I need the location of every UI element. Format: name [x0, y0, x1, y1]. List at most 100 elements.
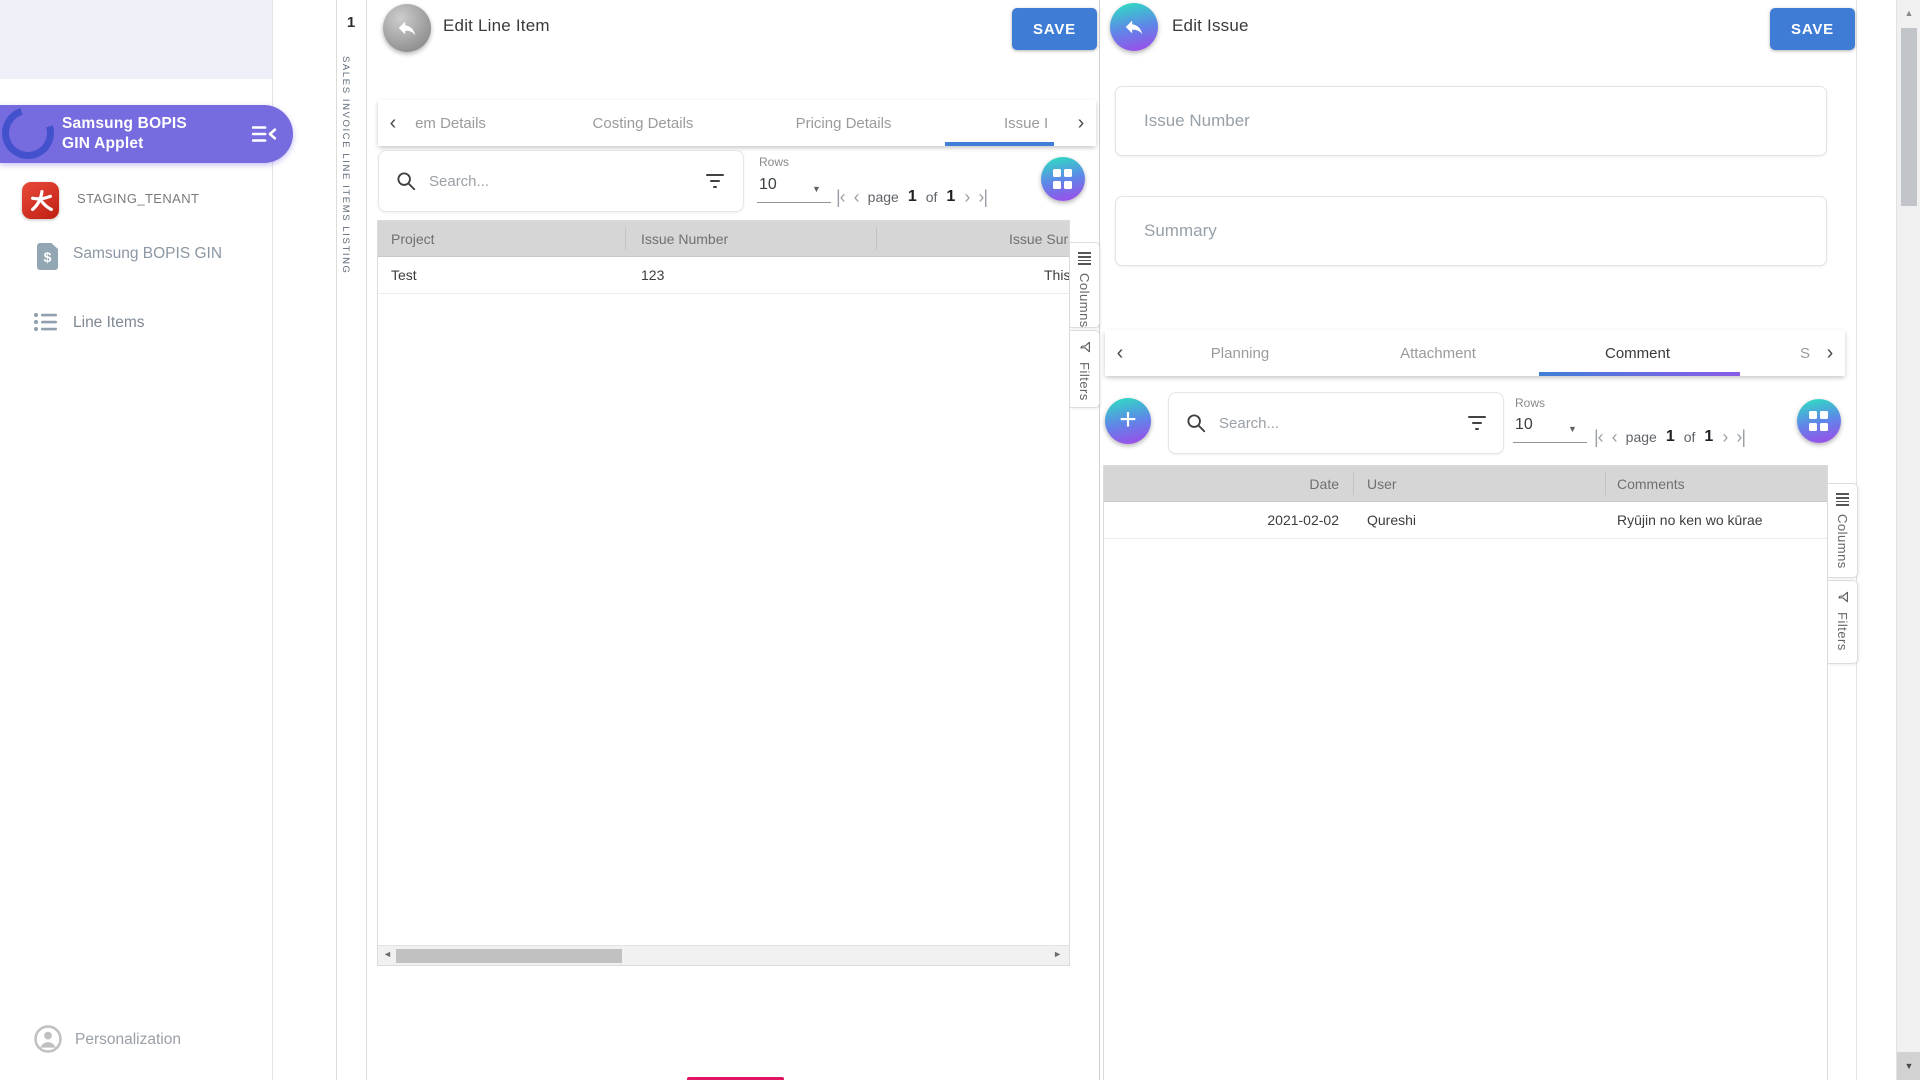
search-input[interactable]	[429, 173, 705, 190]
tab-planning[interactable]: Planning	[1200, 330, 1280, 376]
page-next-icon[interactable]: ›	[1722, 428, 1727, 446]
filter-funnel-icon	[1836, 590, 1850, 604]
window-scrollbar[interactable]: ▲ ▼	[1896, 0, 1920, 1080]
menu-collapse-icon[interactable]	[250, 121, 278, 152]
page-last-icon[interactable]: ›|	[978, 188, 987, 206]
page-next-icon[interactable]: ›	[964, 188, 969, 206]
list-icon	[33, 311, 59, 338]
filter-list-icon[interactable]	[1467, 416, 1487, 430]
line-item-back-icon[interactable]	[383, 4, 431, 52]
cell-user: Qureshi	[1367, 512, 1416, 528]
tab-next-truncated[interactable]: S	[1800, 330, 1816, 376]
grid-view-button[interactable]	[1041, 157, 1085, 201]
filter-funnel-icon	[1078, 340, 1092, 354]
issue-save-button[interactable]: SAVE	[1770, 8, 1855, 50]
page-current: 1	[908, 188, 917, 206]
comment-search-input[interactable]	[1219, 415, 1467, 432]
comment-table-row[interactable]: 2021-02-02 Qureshi Ryūjin no ken wo kūra…	[1104, 502, 1827, 539]
record-strip-right-divider	[366, 0, 367, 1080]
applet-title: Samsung BOPIS GIN Applet	[62, 114, 187, 154]
window-scrollbar-thumb[interactable]	[1901, 28, 1917, 206]
line-item-panel-title: Edit Line Item	[443, 16, 550, 36]
sidebar-divider	[272, 0, 273, 1080]
issue-tabs-scroll-left-icon[interactable]: ‹	[1105, 330, 1135, 376]
cell-comments: Ryūjin no ken wo kūrae	[1617, 512, 1763, 528]
tab-pricing-details[interactable]: Pricing Details	[781, 100, 906, 146]
tab-item-details[interactable]: em Details	[403, 100, 498, 146]
listing-label: SALES INVOICE LINE ITEMS LISTING	[340, 56, 351, 275]
issue-active-tab-underline	[1539, 372, 1740, 376]
rows-underline	[757, 202, 831, 203]
col-project: Project	[391, 231, 435, 247]
tabs-scroll-left-icon[interactable]: ‹	[378, 100, 408, 146]
rows-per-page-value[interactable]: 10	[759, 176, 777, 194]
sidebar-item-app[interactable]: Samsung BOPIS GIN	[73, 245, 222, 263]
line-item-table: Project Issue Number Issue Sur Test 123 …	[377, 220, 1070, 966]
record-index-tab[interactable]: 1	[336, 14, 366, 31]
grid-icon	[1809, 411, 1829, 431]
page-prev-icon[interactable]: ‹	[1612, 428, 1617, 446]
tab-costing-details[interactable]: Costing Details	[578, 100, 708, 146]
record-strip-left-divider	[336, 0, 337, 1080]
comment-grid-view-button[interactable]	[1797, 399, 1841, 443]
add-comment-button[interactable]: +	[1105, 398, 1151, 444]
rows-underline	[1513, 442, 1587, 443]
cell-project: Test	[391, 267, 417, 283]
rows-label: Rows	[759, 155, 789, 169]
tab-comment[interactable]: Comment	[1595, 330, 1680, 376]
summary-field[interactable]	[1116, 221, 1826, 241]
scroll-up-icon[interactable]: ▲	[1897, 8, 1920, 18]
columns-icon	[1078, 252, 1091, 265]
comment-table-header: Date User Comments	[1104, 466, 1827, 502]
sidebar-item-line-items[interactable]: Line Items	[73, 314, 145, 332]
issue-back-icon[interactable]	[1110, 3, 1158, 51]
filter-list-icon[interactable]	[705, 174, 725, 188]
of-word: of	[1684, 429, 1696, 445]
scroll-right-icon[interactable]: ►	[1053, 949, 1062, 959]
line-item-table-row[interactable]: Test 123 This	[378, 257, 1069, 294]
line-item-columns-tab[interactable]: Columns	[1070, 242, 1100, 328]
table-horizontal-scrollbar[interactable]: ◄ ►	[378, 945, 1069, 965]
tabs-scroll-right-icon[interactable]: ›	[1066, 100, 1096, 146]
plus-icon: +	[1119, 405, 1137, 435]
issue-number-field[interactable]	[1116, 111, 1826, 131]
rows-dropdown-icon[interactable]: ▼	[812, 184, 821, 194]
line-item-table-header: Project Issue Number Issue Sur	[378, 221, 1069, 257]
tenant-icon	[22, 182, 59, 219]
line-item-pager: |‹ ‹ page 1 of 1 › ›|	[836, 188, 987, 206]
tab-issue[interactable]: Issue I	[1004, 100, 1068, 146]
search-icon	[395, 170, 417, 192]
page-last-icon[interactable]: ›|	[1736, 428, 1745, 446]
comment-search-box	[1168, 392, 1504, 454]
comment-filters-tab[interactable]: Filters	[1828, 580, 1858, 664]
page-first-icon[interactable]: |‹	[1594, 428, 1603, 446]
line-item-save-button[interactable]: SAVE	[1012, 8, 1097, 50]
col-date: Date	[1104, 476, 1339, 492]
scroll-left-icon[interactable]: ◄	[383, 949, 392, 959]
grid-icon	[1053, 169, 1073, 189]
tab-attachment[interactable]: Attachment	[1388, 330, 1488, 376]
line-item-filters-tab[interactable]: Filters	[1070, 330, 1100, 408]
col-user: User	[1367, 476, 1397, 492]
comment-columns-tab[interactable]: Columns	[1828, 483, 1858, 578]
line-item-tabbar: ‹ em Details Costing Details Pricing Det…	[378, 100, 1096, 146]
page-prev-icon[interactable]: ‹	[854, 188, 859, 206]
comment-table: Date User Comments 2021-02-02 Qureshi Ry…	[1103, 465, 1828, 1080]
cell-issue-summary: This	[1044, 267, 1070, 283]
col-issue-summary: Issue Sur	[1009, 231, 1068, 247]
rows-label: Rows	[1515, 396, 1545, 410]
sidebar-item-personalization[interactable]: Personalization	[75, 1031, 181, 1049]
line-item-search-box	[378, 150, 744, 212]
scrollbar-thumb[interactable]	[396, 949, 622, 963]
rows-dropdown-icon[interactable]: ▼	[1568, 424, 1577, 434]
page-first-icon[interactable]: |‹	[836, 188, 845, 206]
rows-per-page-value[interactable]: 10	[1515, 416, 1533, 434]
issue-number-field-wrap	[1115, 86, 1827, 156]
sidebar-item-tenant[interactable]: STAGING_TENANT	[77, 191, 199, 206]
col-comments: Comments	[1617, 476, 1685, 492]
scroll-down-button[interactable]: ▼	[1897, 1052, 1920, 1080]
document-dollar-icon: $	[37, 243, 58, 270]
issue-tabs-scroll-right-icon[interactable]: ›	[1815, 330, 1845, 376]
applet-header: Samsung BOPIS GIN Applet	[0, 105, 293, 163]
loading-spinner-icon	[0, 98, 63, 168]
